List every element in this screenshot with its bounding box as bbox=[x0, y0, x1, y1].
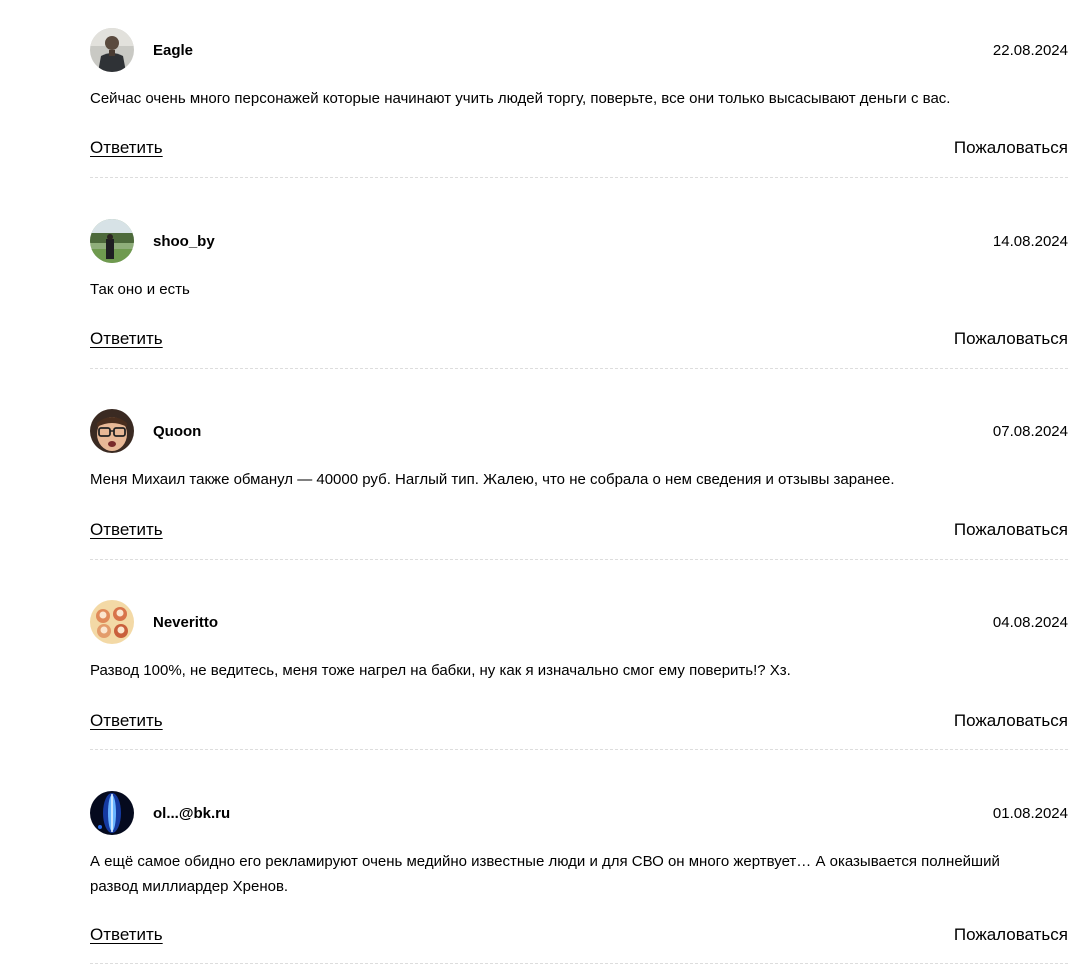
comment-actions: Ответить Пожаловаться bbox=[90, 709, 1068, 735]
avatar-landscape-photo-icon[interactable] bbox=[90, 219, 134, 263]
comment-actions: Ответить Пожаловаться bbox=[90, 327, 1068, 353]
comment-item: Neveritto 04.08.2024 Развод 100%, не вед… bbox=[90, 600, 1068, 750]
report-button[interactable]: Пожаловаться bbox=[954, 709, 1068, 733]
report-button[interactable]: Пожаловаться bbox=[954, 327, 1068, 351]
comment-author[interactable]: Neveritto bbox=[153, 613, 218, 633]
avatar-blue-light-icon[interactable] bbox=[90, 791, 134, 835]
comment-header: ol...@bk.ru 01.08.2024 bbox=[90, 791, 1068, 837]
comment-actions: Ответить Пожаловаться bbox=[90, 136, 1068, 162]
comment-header: Quoon 07.08.2024 bbox=[90, 409, 1068, 455]
report-button[interactable]: Пожаловаться bbox=[954, 518, 1068, 542]
comment-header: Neveritto 04.08.2024 bbox=[90, 600, 1068, 646]
comment-item: shoo_by 14.08.2024 Так оно и есть Ответи… bbox=[90, 219, 1068, 369]
comment-date: 07.08.2024 bbox=[992, 423, 1068, 440]
comment-text: Меня Михаил также обманул — 40000 руб. Н… bbox=[90, 471, 895, 488]
comment-text: Развод 100%, не ведитесь, меня тоже нагр… bbox=[90, 662, 791, 679]
comment-divider bbox=[90, 559, 1068, 560]
comment-author[interactable]: Eagle bbox=[153, 41, 193, 61]
report-button[interactable]: Пожаловаться bbox=[954, 136, 1068, 160]
comment-date: 01.08.2024 bbox=[992, 805, 1068, 822]
comment-item: Eagle 22.08.2024 Сейчас очень много перс… bbox=[90, 28, 1068, 178]
comment-divider bbox=[90, 749, 1068, 750]
comment-divider bbox=[90, 177, 1068, 178]
reply-link[interactable]: Ответить bbox=[90, 923, 163, 947]
comment-author[interactable]: shoo_by bbox=[153, 232, 215, 252]
comment-text: Так оно и есть bbox=[90, 281, 190, 298]
comment-header: shoo_by 14.08.2024 bbox=[90, 219, 1068, 265]
comment-header: Eagle 22.08.2024 bbox=[90, 28, 1068, 74]
comment-date: 22.08.2024 bbox=[992, 42, 1068, 59]
avatar-cartoon-group-icon[interactable] bbox=[90, 600, 134, 644]
avatar-glasses-face-icon[interactable] bbox=[90, 409, 134, 453]
comment-item: Quoon 07.08.2024 Меня Михаил также обман… bbox=[90, 409, 1068, 560]
reply-link[interactable]: Ответить bbox=[90, 327, 163, 351]
comment-divider bbox=[90, 368, 1068, 369]
reply-link[interactable]: Ответить bbox=[90, 709, 163, 733]
report-button[interactable]: Пожаловаться bbox=[954, 923, 1068, 947]
comment-date: 04.08.2024 bbox=[992, 614, 1068, 631]
avatar-man-photo-icon[interactable] bbox=[90, 28, 134, 72]
comment-author[interactable]: Quoon bbox=[153, 422, 201, 442]
comment-text: А ещё самое обидно его рекламируют очень… bbox=[90, 853, 1000, 895]
comment-author[interactable]: ol...@bk.ru bbox=[153, 804, 230, 824]
comment-actions: Ответить Пожаловаться bbox=[90, 923, 1068, 949]
reply-link[interactable]: Ответить bbox=[90, 136, 163, 160]
comment-text: Сейчас очень много персонажей которые на… bbox=[90, 90, 951, 107]
comment-item: ol...@bk.ru 01.08.2024 А ещё самое обидн… bbox=[90, 791, 1068, 964]
comment-date: 14.08.2024 bbox=[992, 233, 1068, 250]
reply-link[interactable]: Ответить bbox=[90, 518, 163, 542]
comment-actions: Ответить Пожаловаться bbox=[90, 518, 1068, 544]
